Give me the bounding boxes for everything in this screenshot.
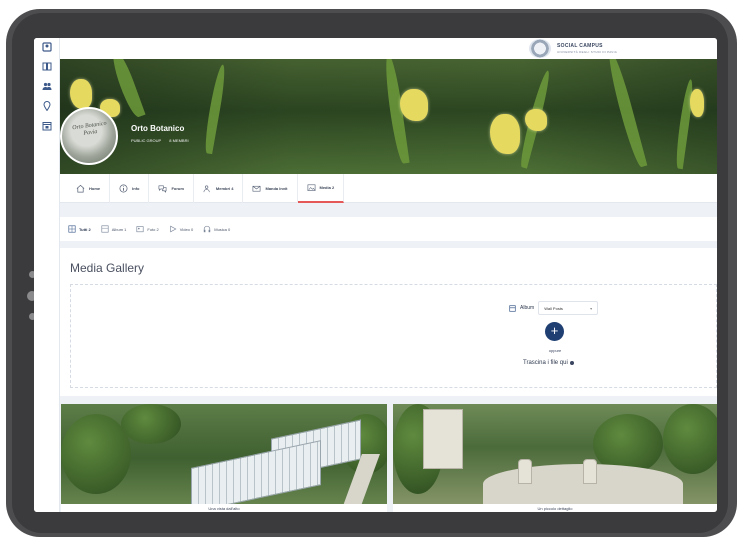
media-filters: Tutti 2 Album 1 Foto 2 Video 0 Musica 0 bbox=[60, 217, 717, 241]
album-select-value: Wall Posts bbox=[544, 305, 563, 311]
filter-tutti[interactable]: Tutti 2 bbox=[68, 225, 91, 233]
cover-flower bbox=[525, 109, 547, 131]
tab-label: Info bbox=[132, 186, 140, 191]
tab-label: Media 2 bbox=[319, 185, 335, 190]
tab-membri[interactable]: Membri 4 bbox=[194, 174, 244, 203]
filter-label: Album 1 bbox=[111, 226, 127, 232]
sidebar bbox=[34, 38, 60, 512]
media-item[interactable]: Una vista dall'alto bbox=[61, 404, 387, 512]
photo-tree bbox=[663, 404, 717, 474]
cover-flower bbox=[70, 79, 92, 109]
tab-label: Forum bbox=[171, 186, 184, 191]
add-media-button[interactable]: + bbox=[545, 322, 564, 341]
info-dot-icon bbox=[569, 361, 574, 365]
tab-manda-inviti[interactable]: Manda Invit bbox=[243, 174, 298, 203]
media-item[interactable]: Un piccolo dettaglio bbox=[393, 404, 717, 512]
group-type: PUBLIC GROUP bbox=[131, 138, 162, 143]
mail-icon bbox=[253, 185, 261, 192]
location-pin-icon[interactable] bbox=[41, 100, 53, 112]
drag-files-label: Trascina i file qui bbox=[523, 360, 568, 366]
photo-statue bbox=[518, 459, 532, 484]
brand-logo-icon bbox=[529, 39, 551, 58]
users-icon[interactable] bbox=[41, 80, 53, 92]
home-icon bbox=[76, 184, 85, 193]
group-avatar[interactable]: Orto Botanico Pavia bbox=[60, 107, 118, 165]
plus-icon: + bbox=[550, 323, 559, 338]
cover-photo: Orto Botanico Pavia Orto Botanico PUBLIC… bbox=[60, 59, 717, 174]
tab-forum[interactable]: Forum bbox=[149, 174, 194, 203]
filter-label: Foto 2 bbox=[147, 226, 159, 232]
book-icon[interactable] bbox=[41, 60, 53, 72]
filter-label: Musica 0 bbox=[214, 226, 231, 232]
photo-greenhouse bbox=[191, 440, 321, 512]
drag-files-text: Trascina i file qui bbox=[523, 360, 574, 366]
calendar-icon[interactable] bbox=[41, 120, 53, 132]
photo-statue bbox=[583, 459, 597, 484]
headphones-icon bbox=[204, 225, 211, 233]
video-icon bbox=[170, 225, 177, 233]
tab-label: Home bbox=[89, 186, 101, 191]
tab-label: Membri 4 bbox=[215, 186, 234, 191]
members-icon bbox=[203, 185, 210, 193]
tab-media[interactable]: Media 2 bbox=[297, 174, 345, 203]
media-caption: Un piccolo dettaglio bbox=[393, 504, 717, 512]
photo-tree bbox=[121, 404, 181, 444]
grid-icon bbox=[68, 225, 76, 233]
group-members: 8 MEMBRI bbox=[169, 138, 189, 143]
filter-musica[interactable]: Musica 0 bbox=[203, 225, 230, 233]
profile-card-icon[interactable] bbox=[41, 41, 53, 53]
photo-icon bbox=[136, 226, 144, 233]
filter-foto[interactable]: Foto 2 bbox=[136, 225, 159, 233]
media-caption: Una vista dall'alto bbox=[61, 504, 387, 512]
album-select[interactable]: Wall Posts ▾ bbox=[538, 301, 599, 315]
cover-leaf bbox=[604, 59, 648, 169]
forum-icon bbox=[159, 185, 167, 193]
filter-album[interactable]: Album 1 bbox=[101, 225, 127, 233]
brand[interactable]: SOCIAL CAMPUS UNIVERSITÀ DEGLI STUDI DI … bbox=[529, 39, 617, 58]
filter-label: Tutti 2 bbox=[79, 226, 91, 232]
top-bar: SOCIAL CAMPUS UNIVERSITÀ DEGLI STUDI DI … bbox=[34, 38, 717, 59]
upload-dropzone[interactable]: Album Wall Posts ▾ + oppure Trascina i f… bbox=[70, 284, 717, 388]
album-icon bbox=[509, 304, 516, 312]
tab-home[interactable]: Home bbox=[67, 174, 111, 203]
media-gallery: Media Gallery Album Wall Posts ▾ + oppur… bbox=[60, 248, 717, 396]
group-tabs: Home Info Forum Membri 4 Manda Invit Med… bbox=[60, 174, 717, 203]
gallery-title: Media Gallery bbox=[70, 261, 145, 275]
cover-leaf bbox=[202, 63, 228, 155]
album-label: Album bbox=[520, 305, 535, 311]
cover-flower bbox=[690, 89, 704, 117]
cover-flower bbox=[490, 114, 520, 154]
oppure-text: oppure bbox=[548, 348, 562, 353]
app-screen: SOCIAL CAMPUS UNIVERSITÀ DEGLI STUDI DI … bbox=[34, 38, 717, 512]
album-icon bbox=[101, 225, 109, 233]
cover-flower bbox=[400, 89, 428, 121]
info-icon bbox=[119, 184, 128, 193]
photo-gazebo bbox=[423, 409, 463, 469]
group-meta: PUBLIC GROUP 8 MEMBRI bbox=[131, 138, 189, 143]
media-icon bbox=[307, 184, 315, 191]
album-selector-row: Album Wall Posts ▾ bbox=[509, 301, 599, 315]
group-title: Orto Botanico bbox=[131, 124, 185, 133]
filter-video[interactable]: Video 0 bbox=[169, 225, 194, 233]
tab-info[interactable]: Info bbox=[110, 174, 150, 203]
filter-label: Video 0 bbox=[179, 226, 194, 232]
chevron-down-icon: ▾ bbox=[590, 305, 593, 311]
avatar-label: Orto Botanico Pavia bbox=[71, 120, 107, 137]
brand-tagline: UNIVERSITÀ DEGLI STUDI DI PAVIA bbox=[557, 49, 618, 54]
tab-label: Manda Invit bbox=[265, 186, 288, 191]
brand-name: SOCIAL CAMPUS UNIVERSITÀ DEGLI STUDI DI … bbox=[557, 42, 618, 54]
